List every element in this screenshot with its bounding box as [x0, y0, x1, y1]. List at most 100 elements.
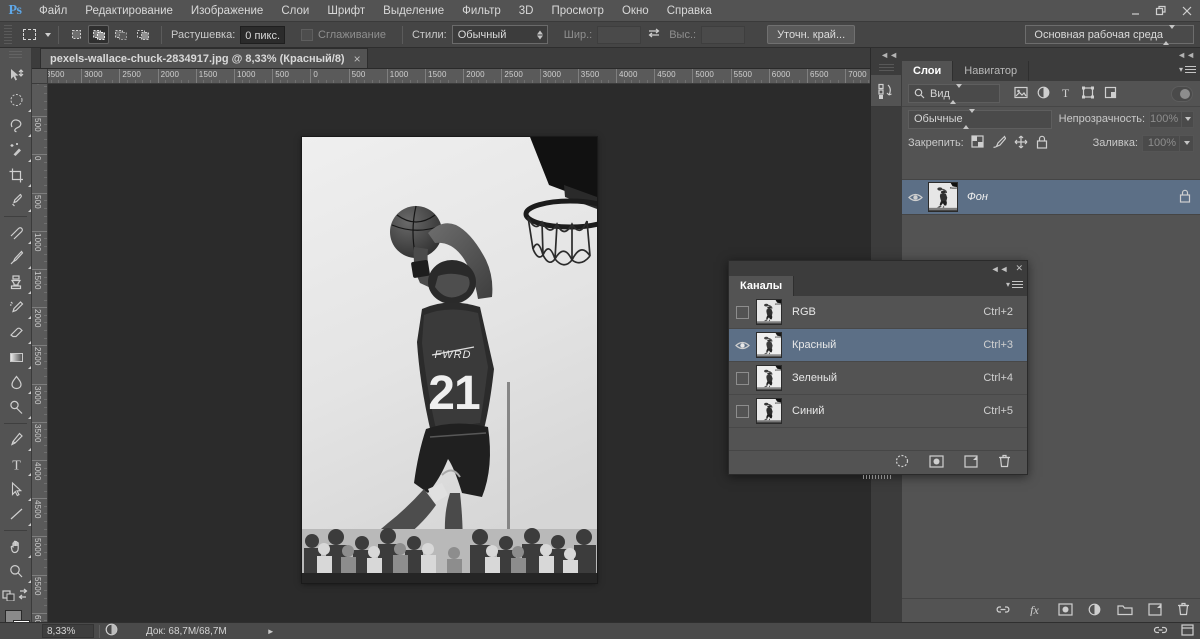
- preview-options-icon[interactable]: [105, 623, 118, 639]
- default-colors-button[interactable]: [0, 584, 32, 604]
- new-selection-button[interactable]: [66, 25, 87, 44]
- link-status-icon[interactable]: [1153, 624, 1168, 639]
- channels-panel-titlebar[interactable]: ◄◄ ✕: [729, 261, 1027, 276]
- dodge-tool[interactable]: [0, 395, 32, 420]
- adjustment-layer-icon[interactable]: [1088, 603, 1102, 619]
- options-bar-grip[interactable]: [4, 24, 12, 45]
- tool-preset-chevron-down-icon[interactable]: [45, 32, 51, 37]
- close-icon[interactable]: ×: [354, 52, 361, 66]
- menu-select[interactable]: Выделение: [374, 2, 453, 20]
- horizontal-ruler[interactable]: 3500300025002000150010005000500100015002…: [48, 69, 870, 84]
- pixel-filter-icon[interactable]: [1014, 86, 1028, 102]
- link-layers-icon[interactable]: [995, 603, 1011, 619]
- rectangular-marquee-tool[interactable]: [0, 88, 32, 113]
- toolbox-grip[interactable]: [9, 51, 22, 60]
- antialias-checkbox[interactable]: [301, 28, 314, 41]
- new-layer-icon[interactable]: [1148, 602, 1162, 619]
- delete-channel-icon[interactable]: [998, 454, 1011, 471]
- menu-view[interactable]: Просмотр: [542, 2, 613, 20]
- hand-tool[interactable]: [0, 534, 32, 559]
- lock-transparency-icon[interactable]: [971, 135, 984, 151]
- fill-chevron-down-icon[interactable]: [1180, 134, 1194, 152]
- fill-value[interactable]: 100%: [1142, 134, 1180, 152]
- collapse-icon[interactable]: ◄◄: [991, 264, 1009, 274]
- swap-dimensions-icon[interactable]: [647, 27, 661, 42]
- ruler-corner[interactable]: [32, 69, 48, 84]
- shape-filter-icon[interactable]: [1081, 86, 1095, 102]
- layer-row-background[interactable]: Фон: [902, 179, 1200, 215]
- adjustment-filter-icon[interactable]: [1037, 86, 1050, 102]
- tab-channels[interactable]: Каналы: [729, 276, 795, 296]
- spot-healing-brush-tool[interactable]: [0, 220, 32, 245]
- close-button[interactable]: [1174, 1, 1200, 21]
- eyedropper-tool[interactable]: [0, 188, 32, 213]
- channel-visibility-toggle[interactable]: [729, 305, 756, 319]
- menu-type[interactable]: Шрифт: [318, 2, 374, 20]
- restore-button[interactable]: [1148, 1, 1174, 21]
- brush-tool[interactable]: [0, 245, 32, 270]
- dock-grip[interactable]: [879, 64, 894, 72]
- refine-edge-button[interactable]: Уточн. край...: [767, 25, 856, 44]
- menu-help[interactable]: Справка: [658, 2, 721, 20]
- smart-object-filter-icon[interactable]: [1104, 86, 1117, 102]
- workspace-select[interactable]: Основная рабочая среда: [1025, 24, 1194, 45]
- load-channel-as-selection-icon[interactable]: [895, 454, 909, 471]
- layer-name[interactable]: Фон: [967, 191, 1179, 203]
- menu-layer[interactable]: Слои: [272, 2, 318, 20]
- vertical-ruler[interactable]: 0500050010001500200025003000350040004500…: [32, 84, 48, 622]
- blur-tool[interactable]: [0, 370, 32, 395]
- layer-visibility-eye-icon[interactable]: [902, 192, 928, 203]
- gradient-tool[interactable]: [0, 345, 32, 370]
- lock-position-icon[interactable]: [1014, 135, 1028, 152]
- feather-input[interactable]: 0 пикс.: [240, 25, 286, 44]
- type-filter-icon[interactable]: T: [1059, 86, 1072, 102]
- new-group-icon[interactable]: [1117, 603, 1133, 619]
- tool-preset-picker[interactable]: [17, 25, 41, 45]
- channel-row-blue[interactable]: Синий Ctrl+5: [729, 395, 1027, 428]
- width-input[interactable]: [597, 25, 642, 44]
- channel-visibility-eye-icon[interactable]: [729, 340, 756, 351]
- opacity-value[interactable]: 100%: [1149, 110, 1183, 128]
- add-to-selection-button[interactable]: [88, 25, 109, 44]
- lasso-tool[interactable]: [0, 113, 32, 138]
- menu-window[interactable]: Окно: [613, 2, 658, 20]
- history-brush-tool[interactable]: [0, 295, 32, 320]
- zoom-tool[interactable]: [0, 559, 32, 584]
- lock-image-icon[interactable]: [992, 135, 1006, 151]
- subtract-from-selection-button[interactable]: [110, 25, 131, 44]
- save-selection-as-channel-icon[interactable]: [929, 454, 944, 471]
- layers-panel-menu-icon[interactable]: ▾: [1179, 65, 1196, 74]
- type-tool[interactable]: T: [0, 452, 32, 477]
- new-channel-icon[interactable]: [964, 454, 978, 471]
- pen-tool[interactable]: [0, 427, 32, 452]
- minimize-button[interactable]: [1122, 1, 1148, 21]
- channel-visibility-toggle[interactable]: [729, 404, 756, 418]
- eraser-tool[interactable]: [0, 320, 32, 345]
- tab-layers[interactable]: Слои: [902, 61, 954, 81]
- blend-mode-select[interactable]: Обычные: [908, 109, 1052, 129]
- menu-filter[interactable]: Фильтр: [453, 2, 510, 20]
- delete-layer-icon[interactable]: [1177, 602, 1190, 619]
- zoom-level-field[interactable]: 8,33%: [42, 624, 94, 638]
- path-selection-tool[interactable]: [0, 477, 32, 502]
- channel-row-red[interactable]: Красный Ctrl+3: [729, 329, 1027, 362]
- line-shape-tool[interactable]: [0, 502, 32, 527]
- menu-image[interactable]: Изображение: [182, 2, 272, 20]
- close-icon[interactable]: ✕: [1015, 263, 1023, 274]
- channel-visibility-toggle[interactable]: [729, 371, 756, 385]
- crop-tool[interactable]: [0, 163, 32, 188]
- move-tool[interactable]: [0, 63, 32, 88]
- intersect-selection-button[interactable]: [132, 25, 153, 44]
- opacity-chevron-down-icon[interactable]: [1182, 110, 1194, 128]
- layer-thumbnail[interactable]: [928, 182, 958, 212]
- layer-filter-kind-select[interactable]: Вид: [908, 83, 1000, 104]
- height-input[interactable]: [701, 25, 746, 44]
- document-image[interactable]: FWRD 21: [302, 137, 597, 583]
- quick-selection-tool[interactable]: [0, 138, 32, 163]
- add-mask-icon[interactable]: [1058, 602, 1073, 619]
- style-select[interactable]: Обычный: [451, 25, 548, 44]
- layers-dock-titlebar[interactable]: ◄◄: [902, 48, 1200, 61]
- channels-panel-menu-icon[interactable]: ▾: [1006, 280, 1023, 289]
- channel-row-green[interactable]: Зеленый Ctrl+4: [729, 362, 1027, 395]
- document-tab[interactable]: pexels-wallace-chuck-2834917.jpg @ 8,33%…: [40, 48, 368, 68]
